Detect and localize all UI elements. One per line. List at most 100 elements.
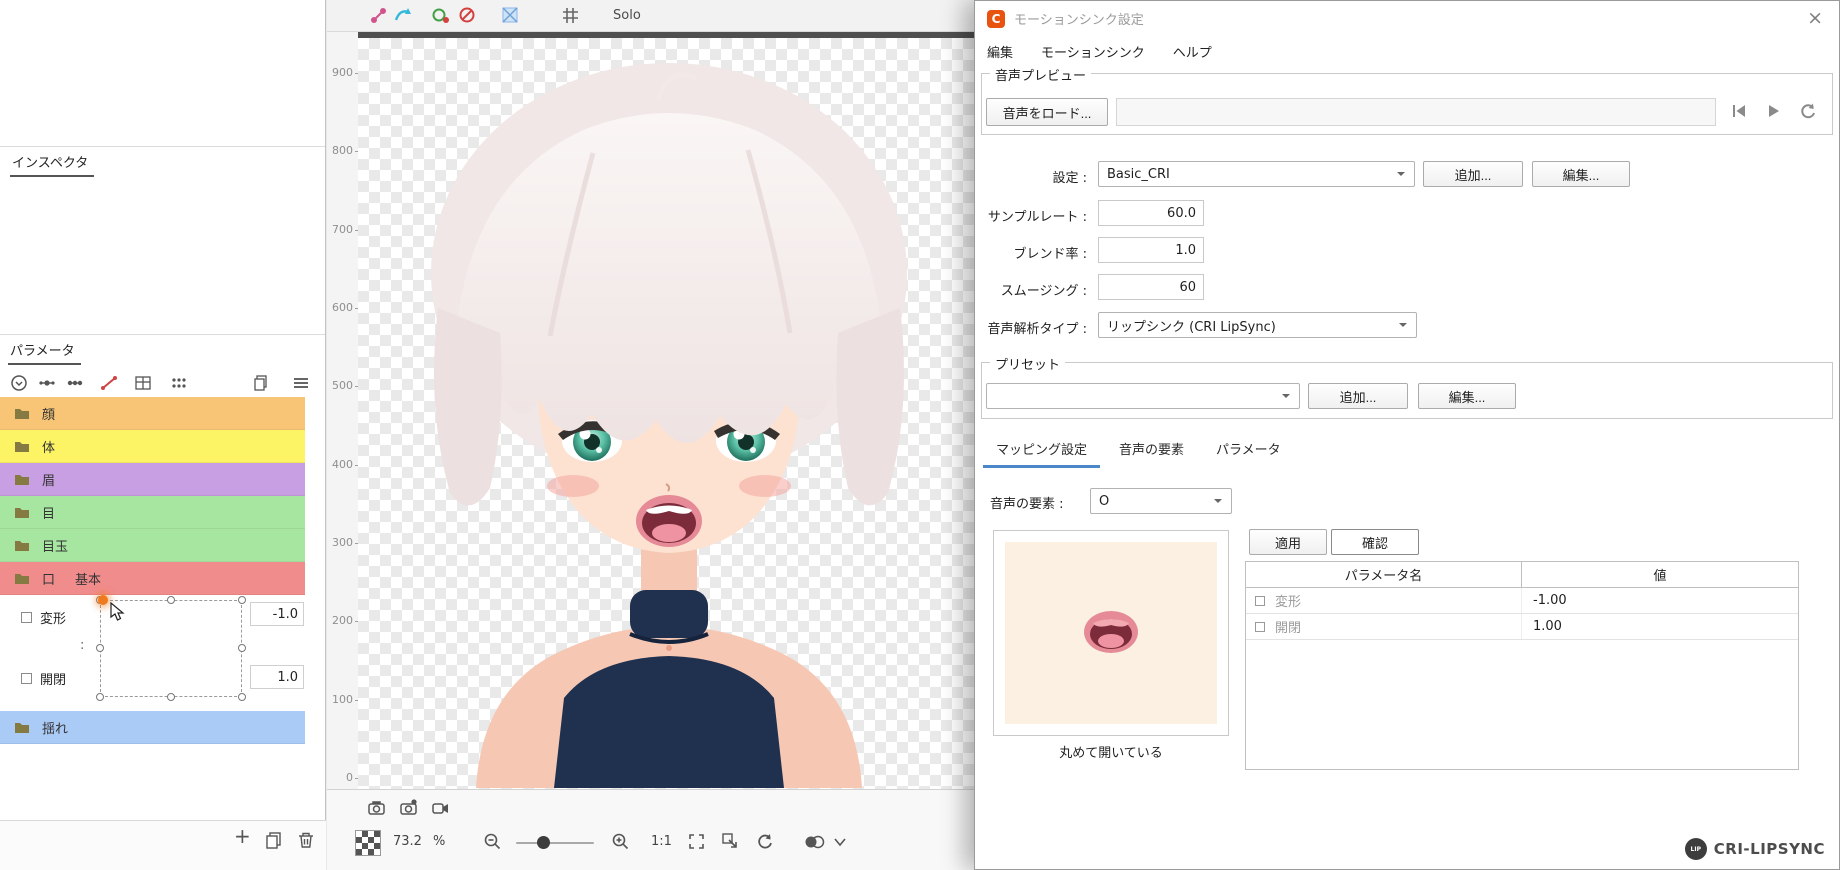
skeleton-tool-icon[interactable] [369, 6, 389, 26]
chevron-down-icon[interactable] [833, 836, 847, 848]
keypoint-handle[interactable] [96, 644, 104, 652]
vowel-value: O [1099, 494, 1109, 509]
blend-rate-label: ブレンド率 : [975, 243, 1087, 262]
param-folder-brow[interactable]: 眉 [0, 463, 305, 496]
folder-sublabel: 基本 [75, 569, 101, 588]
rotate-deformer-icon[interactable] [431, 6, 451, 26]
analysis-type-combobox[interactable]: リップシンク (CRI LipSync) [1098, 312, 1417, 338]
param-folder-face[interactable]: 顔 [0, 397, 305, 430]
video-camera-icon[interactable] [431, 798, 451, 818]
zoom-ratio-button[interactable]: 1:1 [651, 834, 672, 849]
mesh-edit-icon[interactable] [501, 6, 521, 26]
panel-splitter[interactable] [0, 334, 325, 335]
solo-toggle[interactable]: Solo [613, 8, 641, 23]
param-folder-body[interactable]: 体 [0, 430, 305, 463]
panel-menu-icon[interactable] [292, 374, 310, 392]
zoom-slider-track[interactable] [516, 842, 594, 844]
tab-mapping-settings[interactable]: マッピング設定 [983, 433, 1100, 468]
keypoint-handle[interactable] [167, 693, 175, 701]
tab-parameters[interactable]: パラメータ [8, 338, 81, 365]
keypoint-handle[interactable] [167, 596, 175, 604]
smoothing-field[interactable] [1098, 274, 1204, 300]
keyform-single-icon[interactable] [38, 374, 56, 392]
analysis-type-value: リップシンク (CRI LipSync) [1107, 316, 1276, 335]
loop-icon[interactable] [1799, 102, 1817, 120]
table-row[interactable]: 開閉 1.00 [1246, 614, 1798, 640]
menu-edit[interactable]: 編集 [987, 42, 1013, 61]
forbid-icon[interactable] [458, 6, 478, 26]
apply-button[interactable]: 適用 [1249, 529, 1327, 555]
setting-value: Basic_CRI [1107, 167, 1170, 182]
zoom-in-icon[interactable] [611, 832, 631, 852]
ruler-tick: 100 [327, 693, 353, 706]
grid-toggle-icon[interactable] [561, 6, 581, 26]
row-checkbox[interactable] [1255, 622, 1265, 632]
table-view-icon[interactable] [134, 374, 152, 392]
param-folder-eyeball[interactable]: 目玉 [0, 529, 305, 562]
dot-grid-icon[interactable] [170, 374, 188, 392]
audio-file-field[interactable] [1116, 98, 1716, 126]
param-value-deform[interactable] [250, 602, 304, 626]
ruler-tick: 800 [327, 144, 353, 157]
param-folder-eye[interactable]: 目 [0, 496, 305, 529]
keyform-multi-icon[interactable] [66, 374, 84, 392]
blend-view-icon[interactable] [803, 832, 827, 852]
rotate-view-icon[interactable] [755, 832, 775, 852]
zoom-slider-handle[interactable] [537, 836, 550, 849]
collapse-all-icon[interactable] [10, 374, 28, 392]
keypoint-handle[interactable] [238, 693, 246, 701]
setting-combobox[interactable]: Basic_CRI [1098, 161, 1415, 187]
confirm-button[interactable]: 確認 [1331, 529, 1419, 555]
copy-parameters-icon[interactable] [252, 374, 270, 392]
play-icon[interactable] [1764, 102, 1782, 120]
setting-add-button[interactable]: 追加... [1423, 161, 1523, 187]
tab-audio-elements[interactable]: 音声の要素 [1106, 433, 1197, 468]
menu-help[interactable]: ヘルプ [1173, 42, 1212, 61]
vowel-combobox[interactable]: O [1090, 488, 1232, 514]
blend-rate-field[interactable] [1098, 237, 1204, 263]
skip-start-icon[interactable] [1730, 102, 1748, 120]
param-checkbox-openclose[interactable] [21, 673, 32, 684]
param-checkbox-deform[interactable] [21, 612, 32, 623]
param-folder-mouth[interactable]: 口 基本 [0, 562, 305, 595]
ruler-tick: 500 [327, 379, 353, 392]
row-checkbox[interactable] [1255, 596, 1265, 606]
close-icon[interactable]: × [1803, 9, 1827, 28]
motion-arrow-icon[interactable] [393, 6, 413, 26]
frame-view-icon[interactable] [721, 832, 741, 852]
character-artwork[interactable] [358, 38, 974, 789]
keypoint-handle[interactable] [238, 596, 246, 604]
camera-record-icon[interactable] [399, 798, 419, 818]
menu-motionsync[interactable]: モーションシンク [1041, 42, 1145, 61]
table-row[interactable]: 変形 -1.00 [1246, 588, 1798, 614]
keypoint-handle[interactable] [96, 693, 104, 701]
duplicate-icon[interactable] [264, 830, 284, 850]
row-param-value[interactable]: -1.00 [1522, 588, 1798, 613]
fit-view-icon[interactable] [687, 832, 707, 852]
add-parameter-button[interactable]: + [234, 824, 251, 848]
preset-add-button[interactable]: 追加... [1308, 383, 1408, 409]
zoom-out-icon[interactable] [483, 832, 503, 852]
tab-inspector[interactable]: インスペクタ [10, 150, 94, 177]
red-keyline-icon[interactable] [100, 374, 118, 392]
keypoint-handle[interactable] [238, 644, 246, 652]
preset-combobox[interactable] [986, 383, 1300, 409]
folder-icon [14, 406, 30, 420]
sample-rate-field[interactable] [1098, 200, 1204, 226]
tab-parameters[interactable]: パラメータ [1203, 433, 1294, 468]
row-param-value[interactable]: 1.00 [1522, 614, 1798, 639]
dialog-titlebar[interactable]: C モーションシンク設定 × [975, 1, 1839, 36]
load-audio-button[interactable]: 音声をロード... [986, 98, 1108, 126]
logo-text: CRI-LIPSYNC [1714, 840, 1825, 858]
preset-edit-button[interactable]: 編集... [1418, 383, 1516, 409]
param-value-openclose[interactable] [250, 665, 304, 689]
zoom-value[interactable]: 73.2 [393, 834, 422, 849]
param-link-colon: : [80, 638, 84, 653]
panel-splitter[interactable] [0, 146, 325, 147]
transparency-toggle[interactable] [355, 830, 381, 856]
selected-keypoint[interactable] [98, 595, 108, 605]
snapshot-camera-icon[interactable] [367, 798, 387, 818]
setting-edit-button[interactable]: 編集... [1532, 161, 1630, 187]
trash-icon[interactable] [296, 830, 316, 850]
param-folder-swing[interactable]: 揺れ [0, 711, 305, 744]
